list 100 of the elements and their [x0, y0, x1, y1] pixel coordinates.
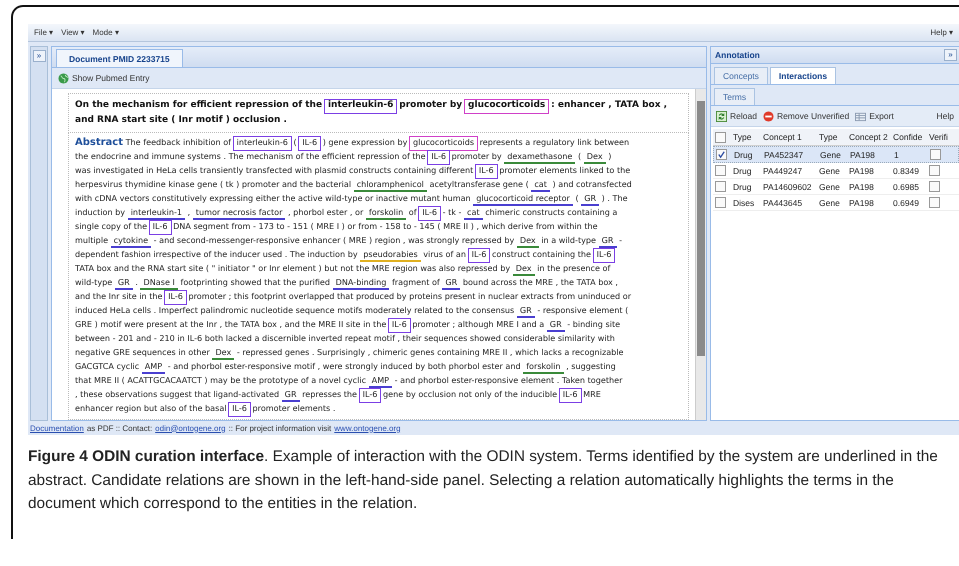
- column-header[interactable]: Type: [733, 132, 752, 142]
- column-header[interactable]: Concept 1: [763, 132, 802, 142]
- annotated-term[interactable]: DNase I: [140, 277, 178, 290]
- annotated-term[interactable]: dexamethasone: [504, 151, 576, 164]
- annotated-term[interactable]: chloramphenicol: [354, 179, 427, 192]
- verified-checkbox[interactable]: [929, 165, 940, 176]
- annotated-term[interactable]: AMP: [142, 360, 166, 374]
- highlighted-term[interactable]: IL-6: [229, 402, 250, 416]
- table-row[interactable]: Drug PA449247 Gene PA198 0.8349: [713, 163, 959, 179]
- expand-button[interactable]: »: [32, 50, 46, 62]
- table-cell: Gene: [819, 166, 840, 176]
- select-all-checkbox[interactable]: [715, 132, 726, 143]
- footer-link[interactable]: Documentation: [30, 424, 84, 432]
- annotated-term[interactable]: Dex: [516, 235, 539, 248]
- annotated-term[interactable]: GR: [516, 305, 535, 318]
- tab[interactable]: Interactions: [770, 67, 836, 84]
- menu-item[interactable]: Mode ▾: [92, 28, 119, 37]
- menu-item[interactable]: File ▾: [34, 28, 54, 37]
- text-run: -: [619, 234, 622, 247]
- annotated-term[interactable]: DNA-binding: [332, 277, 390, 290]
- verified-checkbox[interactable]: [929, 181, 940, 192]
- highlighted-term[interactable]: IL-6: [476, 165, 497, 178]
- annotated-term[interactable]: forskolin: [523, 360, 564, 374]
- annotated-term[interactable]: GR: [546, 319, 565, 332]
- highlighted-term[interactable]: IL-6: [419, 207, 440, 220]
- table-row[interactable]: Dises PA443645 Gene PA198 0.6949: [713, 195, 959, 211]
- text-run: , phorbol ester , or: [288, 206, 364, 219]
- highlighted-term[interactable]: IL-6: [468, 249, 490, 262]
- annotated-term[interactable]: GR: [598, 235, 617, 248]
- tab[interactable]: Terms: [714, 88, 756, 105]
- table-row[interactable]: Drug PA14609602 Gene PA198 0.6985: [713, 179, 959, 195]
- text-run: between - 201 and - 210 in IL-6 both lacked a discernible inverted repeat motif , their sequences showed considerable similarity with: [75, 332, 615, 345]
- toolbar-button[interactable]: Remove Unverified: [760, 110, 852, 122]
- table-row[interactable]: Drug PA452347 Gene PA198 1: [713, 146, 959, 163]
- row-checkbox[interactable]: [716, 149, 727, 160]
- annotated-term[interactable]: Dex: [584, 151, 606, 164]
- annotated-term[interactable]: Dex: [512, 263, 535, 276]
- annotated-term[interactable]: pseudorabies: [360, 249, 421, 262]
- verified-checkbox[interactable]: [930, 149, 941, 160]
- highlighted-term[interactable]: IL-6: [388, 319, 410, 332]
- text-run: enhancer region but also of the basal: [75, 402, 227, 415]
- highlighted-term[interactable]: interleukin-6: [234, 137, 291, 150]
- annotated-term[interactable]: Dex: [212, 346, 234, 360]
- text-run: On the mechanism for efficient repression of the: [75, 99, 322, 112]
- menu-item[interactable]: Help ▾: [930, 28, 953, 37]
- text-run: - tk -: [442, 206, 462, 219]
- column-header[interactable]: Verifi: [929, 132, 948, 142]
- highlighted-term[interactable]: IL-6: [560, 388, 581, 402]
- toolbar-button[interactable]: Reload: [713, 110, 760, 122]
- annotated-term[interactable]: interleukin-1: [128, 207, 186, 220]
- row-checkbox[interactable]: [715, 197, 726, 208]
- document-tab[interactable]: Document PMID 2233715: [56, 49, 183, 67]
- annotated-term[interactable]: forskolin: [366, 207, 406, 220]
- footer-link[interactable]: www.ontogene.org: [334, 424, 401, 432]
- annotated-term[interactable]: GR: [442, 277, 460, 290]
- row-checkbox[interactable]: [715, 181, 726, 192]
- highlighted-term[interactable]: IL-6: [150, 221, 170, 234]
- tab[interactable]: Concepts: [714, 67, 768, 84]
- highlighted-term[interactable]: glucocorticoids: [465, 100, 548, 113]
- column-header[interactable]: Concept 2: [849, 132, 888, 142]
- annotated-term[interactable]: GR: [114, 277, 133, 290]
- highlighted-term[interactable]: interleukin-6: [324, 100, 396, 113]
- annotated-term[interactable]: cytokine: [110, 235, 152, 248]
- annotated-term[interactable]: glucocorticoid receptor: [473, 193, 573, 206]
- annotated-term[interactable]: tumor necrosis factor: [192, 207, 286, 220]
- text-run: promoter ; although MRE I and a: [412, 318, 544, 331]
- text-run: ) gene expression by: [322, 136, 408, 149]
- scrollbar[interactable]: [695, 89, 706, 420]
- footer-link[interactable]: odin@ontogene.org: [155, 424, 226, 432]
- text-run: GRE ) motif were present at the Inr , the TATA box , and the MRE II site in the: [75, 318, 386, 331]
- highlighted-term[interactable]: IL-6: [299, 137, 320, 150]
- text-run: , these observations suggest that ligand-activated: [75, 388, 280, 401]
- text-run: (: [294, 136, 297, 149]
- highlighted-term[interactable]: IL-6: [165, 291, 186, 304]
- help-button[interactable]: Help: [934, 111, 957, 121]
- collapse-button[interactable]: »: [944, 49, 957, 61]
- text-run: gene by occlusion not only of the inducible: [383, 388, 558, 401]
- verified-checkbox[interactable]: [929, 197, 940, 208]
- menu-item[interactable]: View ▾: [61, 28, 85, 37]
- annotated-term[interactable]: cat: [531, 179, 550, 192]
- row-checkbox[interactable]: [715, 165, 726, 176]
- highlighted-term[interactable]: IL-6: [428, 151, 450, 164]
- highlighted-term[interactable]: glucocorticoids: [410, 137, 478, 150]
- text-run: herpesvirus thymidine kinase gene ( tk ) promoter and the bacterial: [75, 178, 352, 191]
- annotated-term[interactable]: cat: [464, 207, 483, 220]
- highlighted-term[interactable]: IL-6: [360, 388, 380, 402]
- text-run: was investigated in HeLa cells transiently transfected with plasmid constructs containing different: [75, 164, 474, 177]
- show-pubmed-button[interactable]: Show Pubmed Entry: [55, 72, 152, 84]
- annotated-term[interactable]: GR: [581, 193, 600, 206]
- table-cell: Gene: [820, 150, 841, 160]
- column-header[interactable]: Type: [819, 132, 838, 142]
- text-run: with cDNA vectors constitutively expressing either the active wild-type or inactive mutant human: [75, 192, 471, 205]
- table-cell: Drug: [733, 166, 752, 176]
- toolbar-button[interactable]: Export: [852, 110, 897, 122]
- column-header[interactable]: Confide: [893, 132, 922, 142]
- annotated-term[interactable]: GR: [282, 388, 300, 402]
- table-cell: PA449247: [763, 166, 802, 176]
- annotated-term[interactable]: AMP: [368, 374, 392, 388]
- highlighted-term[interactable]: IL-6: [594, 249, 614, 262]
- text-run: represses the: [302, 388, 358, 401]
